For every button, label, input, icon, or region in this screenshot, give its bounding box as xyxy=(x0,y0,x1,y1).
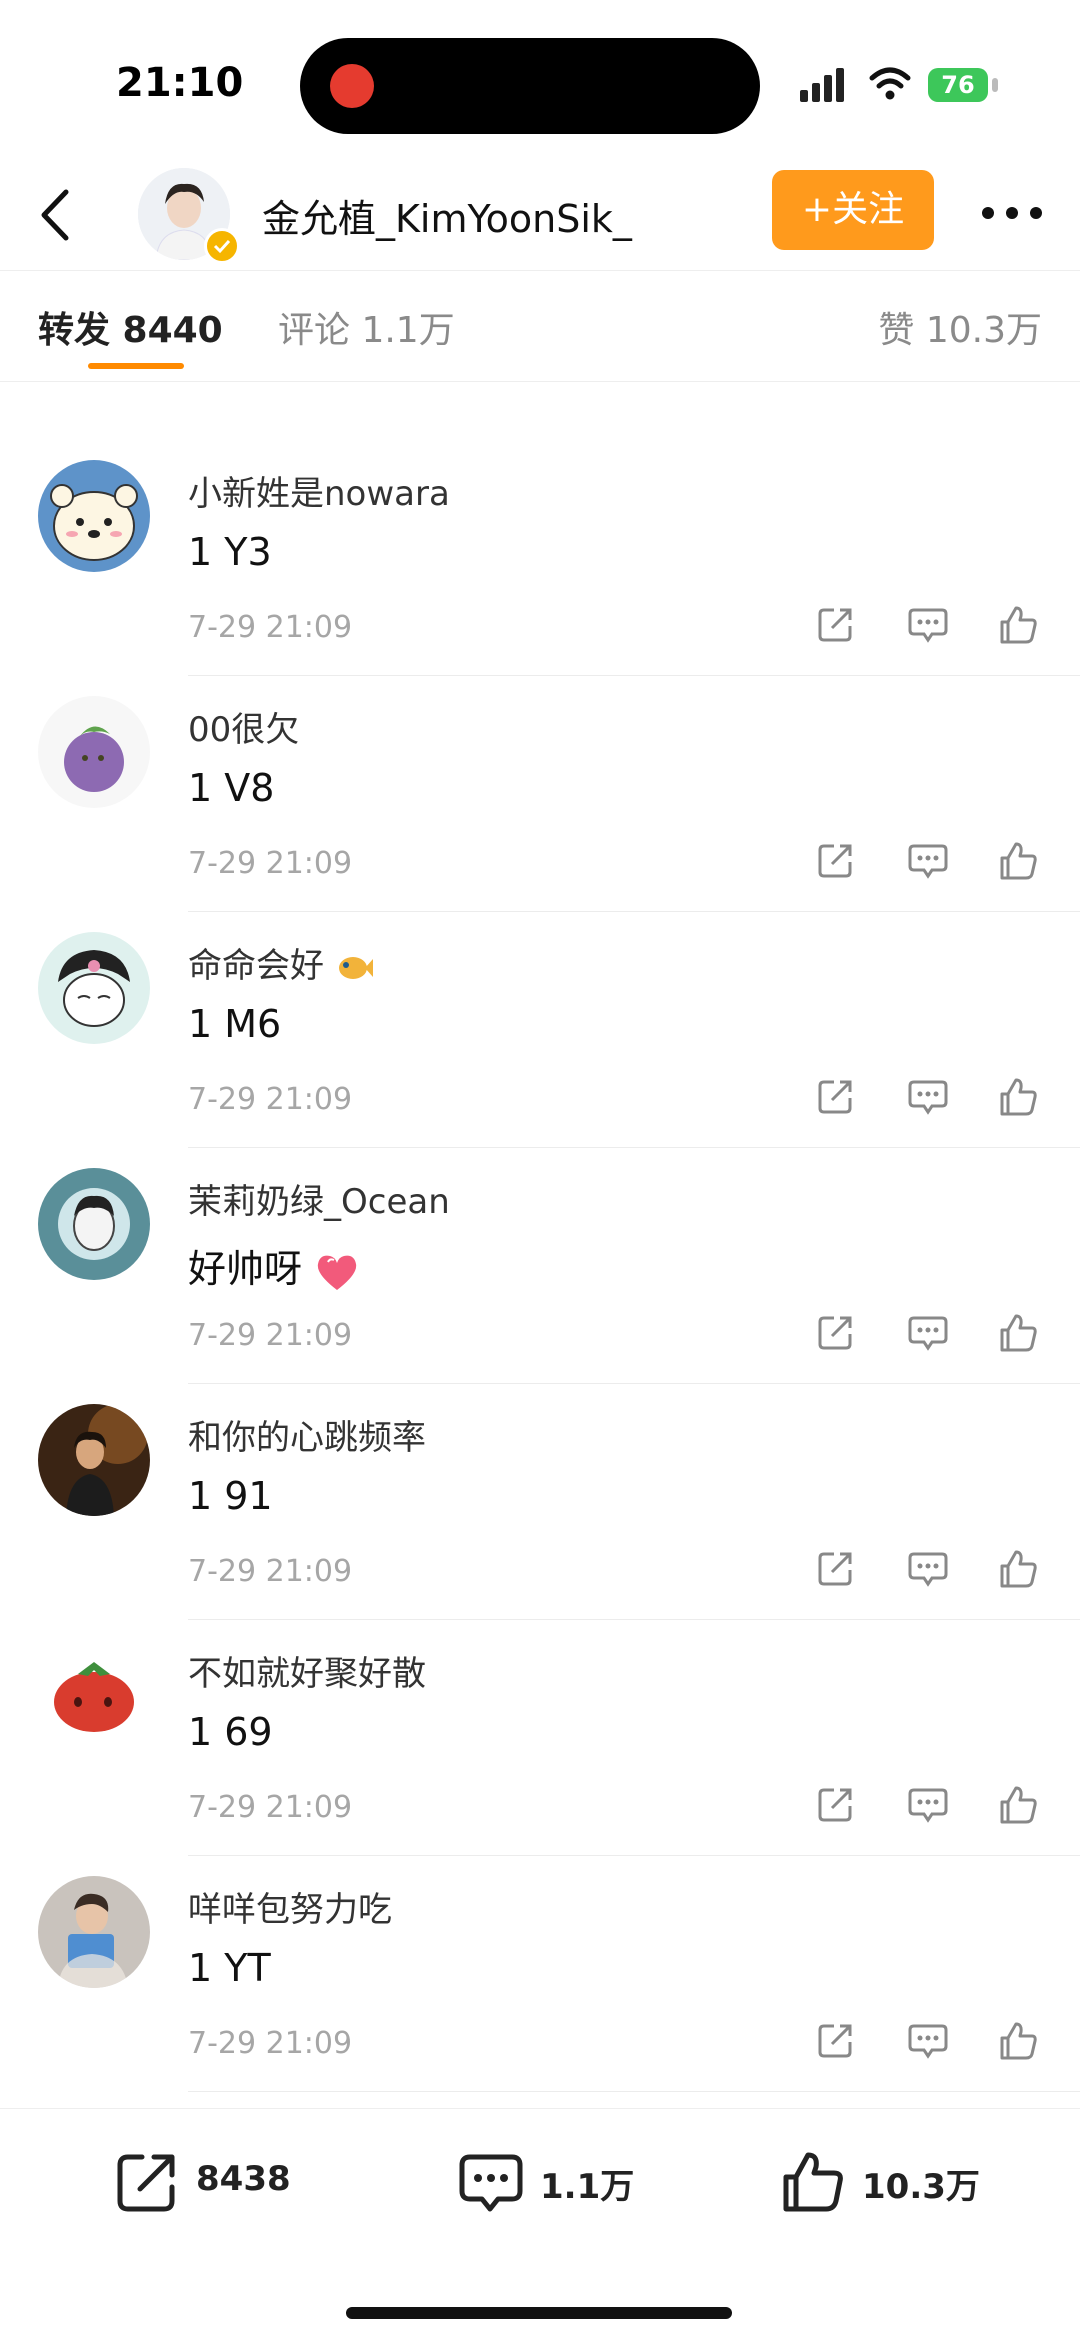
user-avatar[interactable] xyxy=(38,1876,150,1988)
user-avatar[interactable] xyxy=(38,696,150,808)
timestamp: 7-29 21:09 xyxy=(188,1082,353,1117)
battery-icon: 76 xyxy=(928,68,988,102)
list-item[interactable]: 和你的心跳频率 1 91 7-29 21:09 xyxy=(0,1384,1080,1620)
dynamic-island xyxy=(300,38,760,134)
status-time: 21:10 xyxy=(116,60,244,106)
comment-text: 1 Y3 xyxy=(188,530,272,574)
user-avatar[interactable] xyxy=(38,1640,150,1752)
username[interactable]: 茉莉奶绿_Ocean xyxy=(188,1174,450,1223)
like-count: 10.3万 xyxy=(862,2167,980,2207)
like-icon[interactable] xyxy=(996,1074,1040,1118)
share-icon[interactable] xyxy=(814,602,858,646)
comment-text: 好帅呀 xyxy=(188,1238,360,1293)
comment-text: 1 YT xyxy=(188,1946,271,1990)
comment-text: 1 91 xyxy=(188,1474,273,1518)
author-name[interactable]: 金允植_KimYoonSik_ xyxy=(262,188,632,243)
username[interactable]: 小新姓是nowara xyxy=(188,466,450,515)
more-options-icon[interactable] xyxy=(980,198,1044,228)
comment-icon[interactable] xyxy=(906,602,950,646)
username[interactable]: 咩咩包努力吃 xyxy=(188,1882,392,1931)
list-item[interactable]: 不如就好聚好散 1 69 7-29 21:09 xyxy=(0,1620,1080,1856)
follow-button[interactable]: +关注 xyxy=(772,170,934,250)
username-text: 命命会好 xyxy=(188,946,324,986)
comment-icon[interactable] xyxy=(906,1546,950,1590)
user-avatar[interactable] xyxy=(38,460,150,572)
repost-count: 8438 xyxy=(196,2159,291,2199)
tab-comments[interactable]: 评论 1.1万 xyxy=(278,301,455,353)
heart-emoji-icon xyxy=(317,1255,357,1290)
wifi-icon xyxy=(869,67,911,100)
battery-tip xyxy=(992,78,998,92)
share-icon[interactable] xyxy=(814,1782,858,1826)
username[interactable]: 和你的心跳频率 xyxy=(188,1410,426,1459)
username[interactable]: 不如就好聚好散 xyxy=(188,1646,426,1695)
battery-level: 76 xyxy=(941,71,975,99)
fish-emoji-icon xyxy=(338,956,373,979)
user-avatar[interactable] xyxy=(38,1404,150,1516)
comment-icon[interactable] xyxy=(906,1310,950,1354)
recording-indicator-icon xyxy=(330,64,374,108)
comment-icon[interactable] xyxy=(906,1782,950,1826)
comment-count: 1.1万 xyxy=(540,2167,635,2207)
share-icon[interactable] xyxy=(814,2018,858,2062)
cellular-signal-icon xyxy=(800,68,844,102)
user-avatar[interactable] xyxy=(38,1168,150,1280)
comment-text: 1 69 xyxy=(188,1710,273,1754)
status-bar: 21:10 76 xyxy=(0,0,1080,160)
like-icon[interactable] xyxy=(996,1546,1040,1590)
timestamp: 7-29 21:09 xyxy=(188,846,353,881)
timestamp: 7-29 21:09 xyxy=(188,2026,353,2061)
timestamp: 7-29 21:09 xyxy=(188,1790,353,1825)
tab-bar: 转发 8440 评论 1.1万 赞 10.3万 xyxy=(0,270,1080,382)
comment-icon[interactable] xyxy=(906,2018,950,2062)
list-item[interactable]: 00很欠 1 V8 7-29 21:09 xyxy=(0,676,1080,912)
comment-icon[interactable] xyxy=(906,838,950,882)
list-item[interactable]: 命命会好 1 M6 7-29 21:09 xyxy=(0,912,1080,1148)
tab-repost[interactable]: 转发 8440 xyxy=(38,301,223,353)
active-tab-indicator xyxy=(88,363,184,369)
bottom-action-bar: 8438 1.1万 10.3万 xyxy=(0,2108,1080,2347)
list-item[interactable]: 咩咩包努力吃 1 YT 7-29 21:09 xyxy=(0,1856,1080,2092)
share-icon[interactable] xyxy=(814,838,858,882)
thumbs-up-icon xyxy=(783,2152,843,2212)
list-item[interactable]: 茉莉奶绿_Ocean 好帅呀 7-29 21:09 xyxy=(0,1148,1080,1384)
back-icon[interactable] xyxy=(26,180,86,250)
comment-text: 1 M6 xyxy=(188,1002,282,1046)
like-icon[interactable] xyxy=(996,1310,1040,1354)
share-icon[interactable] xyxy=(814,1546,858,1590)
username[interactable]: 00很欠 xyxy=(188,702,299,751)
timestamp: 7-29 21:09 xyxy=(188,1554,353,1589)
comment-text: 1 V8 xyxy=(188,766,275,810)
like-icon[interactable] xyxy=(996,838,1040,882)
timestamp: 7-29 21:09 xyxy=(188,1318,353,1353)
list-item[interactable]: 小新姓是nowara 1 Y3 7-29 21:09 xyxy=(0,440,1080,676)
repost-icon xyxy=(117,2154,175,2212)
comment-text-value: 好帅呀 xyxy=(188,1247,303,1291)
share-icon[interactable] xyxy=(814,1310,858,1354)
comment-icon[interactable] xyxy=(906,1074,950,1118)
user-avatar[interactable] xyxy=(38,932,150,1044)
divider xyxy=(188,2091,1080,2092)
comment-bubble-icon xyxy=(459,2154,523,2212)
share-icon[interactable] xyxy=(814,1074,858,1118)
like-icon[interactable] xyxy=(996,602,1040,646)
username[interactable]: 命命会好 xyxy=(188,938,373,987)
home-indicator[interactable] xyxy=(346,2307,732,2319)
verified-badge-icon xyxy=(204,228,240,264)
like-icon[interactable] xyxy=(996,2018,1040,2062)
timestamp: 7-29 21:09 xyxy=(188,610,353,645)
tab-likes[interactable]: 赞 10.3万 xyxy=(878,301,1042,353)
repost-list: 小新姓是nowara 1 Y3 7-29 21:09 00很欠 1 V8 7-2… xyxy=(0,440,1080,2092)
top-nav: 金允植_KimYoonSik_ +关注 xyxy=(0,160,1080,270)
like-icon[interactable] xyxy=(996,1782,1040,1826)
